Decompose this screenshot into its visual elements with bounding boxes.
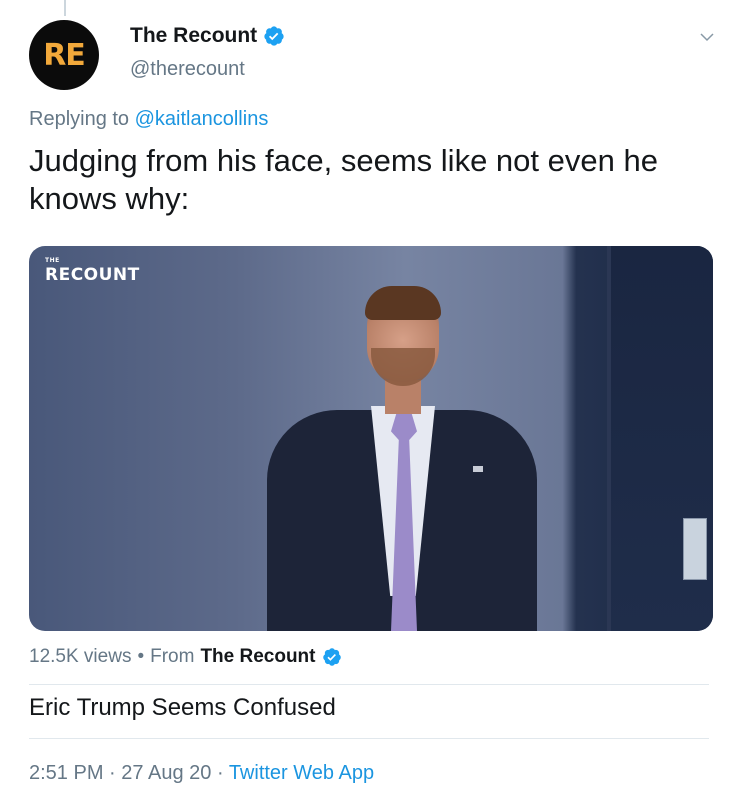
divider — [29, 684, 709, 685]
source-app-link[interactable]: Twitter Web App — [229, 762, 374, 784]
view-count: 12.5K views — [29, 646, 132, 667]
figure-beard — [371, 348, 435, 386]
figure-hair — [365, 286, 441, 320]
video-player[interactable]: THE RECOUNT — [29, 246, 713, 631]
timestamp-separator: · — [216, 762, 224, 784]
video-title[interactable]: Eric Trump Seems Confused — [29, 694, 336, 722]
avatar-logo-text: RE — [43, 37, 86, 73]
timestamp-date[interactable]: 27 Aug 20 — [121, 762, 211, 784]
video-meta-line: 12.5K views • From The Recount — [29, 646, 342, 668]
replying-to-line: Replying to @kaitlancollins — [29, 108, 268, 131]
verified-badge-icon — [322, 648, 341, 666]
from-label: From — [150, 646, 195, 667]
background-wall-edge — [607, 246, 611, 631]
figure-lapel-pin — [473, 466, 483, 472]
author-handle[interactable]: @therecount — [130, 58, 245, 81]
author-name-row[interactable]: The Recount — [130, 24, 285, 48]
timestamp-time[interactable]: 2:51 PM — [29, 762, 103, 784]
background-wall-sign — [683, 518, 707, 580]
thread-connector-line — [64, 0, 66, 16]
meta-separator: • — [137, 646, 145, 667]
divider — [29, 738, 709, 739]
video-subject-figure — [267, 286, 537, 631]
watermark-text: RECOUNT — [45, 265, 140, 285]
avatar[interactable]: RE — [29, 20, 99, 90]
chevron-down-icon[interactable] — [698, 28, 716, 46]
author-display-name[interactable]: The Recount — [130, 24, 257, 48]
tweet-timestamp: 2:51 PM · 27 Aug 20 · Twitter Web App — [29, 762, 374, 785]
timestamp-separator: · — [109, 762, 116, 784]
watermark-small-text: THE — [45, 257, 60, 264]
replying-to-prefix: Replying to — [29, 108, 130, 130]
verified-badge-icon — [264, 26, 284, 46]
tweet-text: Judging from his face, seems like not ev… — [29, 143, 658, 216]
video-watermark: THE RECOUNT — [45, 257, 140, 286]
replying-to-mention-link[interactable]: @kaitlancollins — [135, 108, 269, 130]
from-source-link[interactable]: The Recount — [200, 646, 315, 668]
